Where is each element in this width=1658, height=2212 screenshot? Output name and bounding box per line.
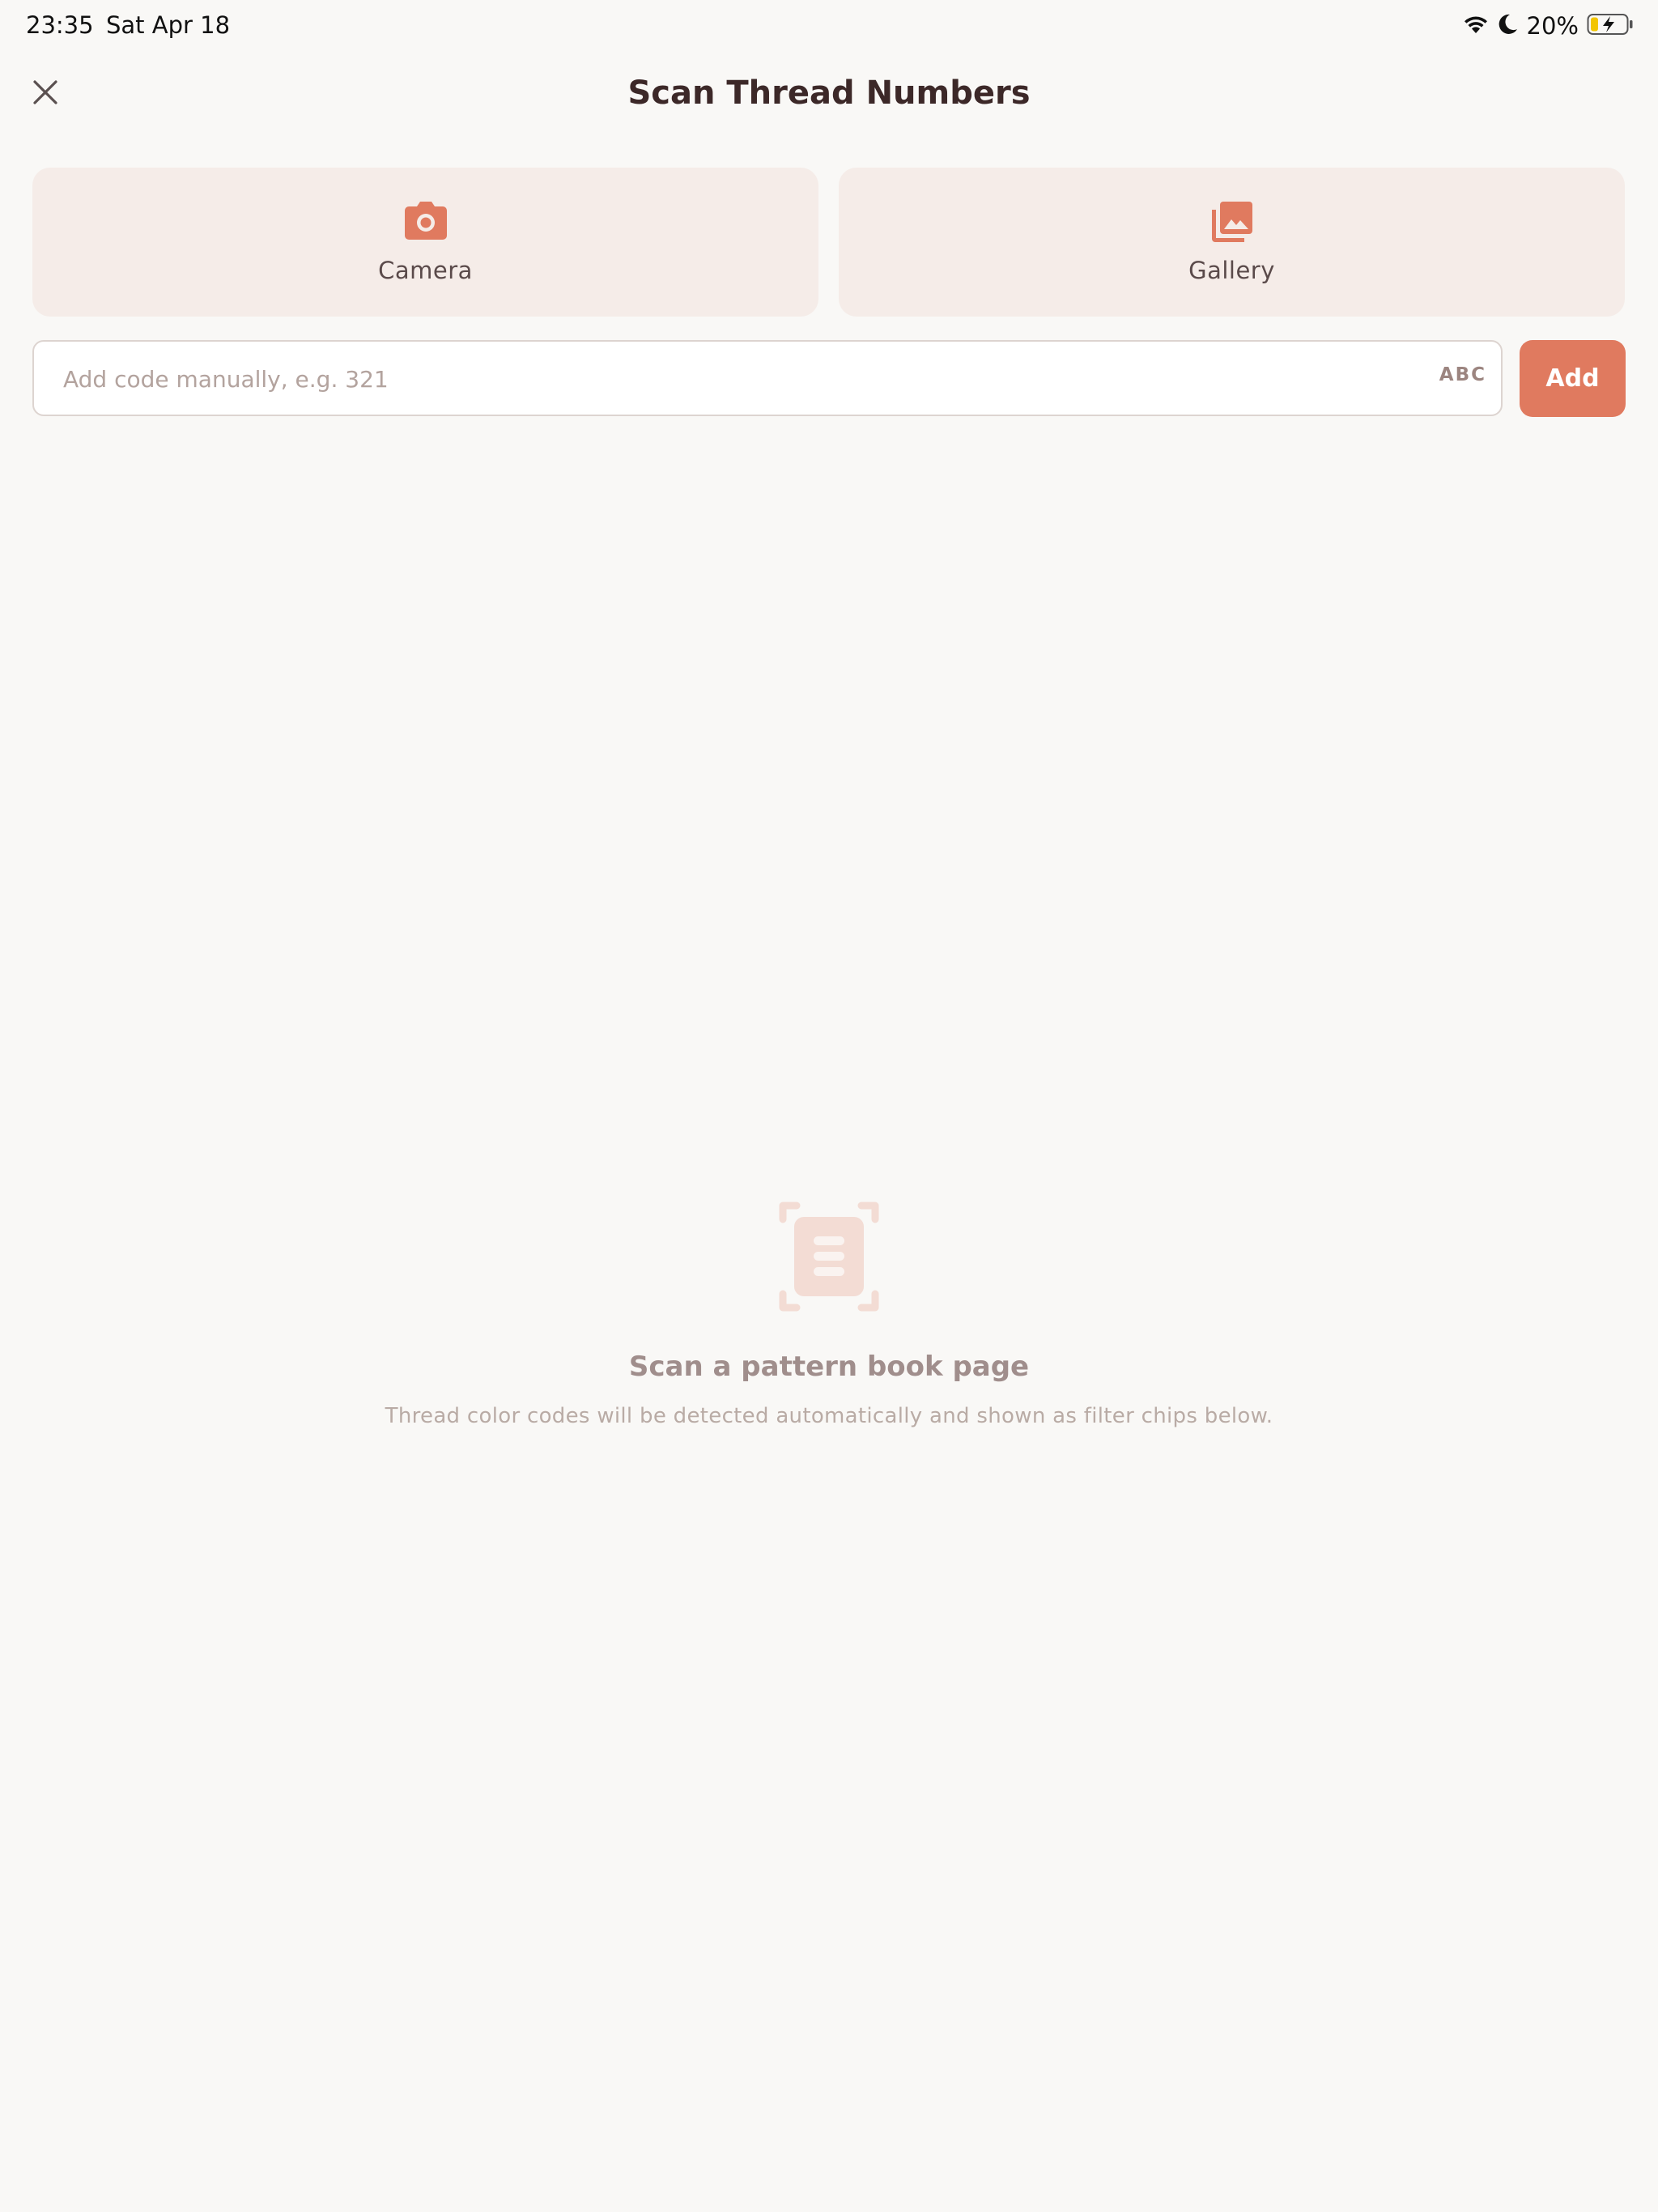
status-bar: 23:35 Sat Apr 18 20% <box>0 0 1658 52</box>
empty-state-description: Thread color codes will be detected auto… <box>385 1404 1273 1428</box>
manual-code-input[interactable] <box>62 342 1441 416</box>
moon-icon <box>1498 13 1519 39</box>
page-title: Scan Thread Numbers <box>627 74 1031 112</box>
status-date: Sat Apr 18 <box>106 11 231 39</box>
camera-label: Camera <box>378 257 473 284</box>
wifi-icon <box>1462 14 1490 38</box>
add-code-button[interactable]: Add <box>1520 340 1626 417</box>
document-scan-icon <box>779 1202 879 1312</box>
status-time: 23:35 <box>26 11 94 39</box>
battery-percent: 20% <box>1526 12 1579 40</box>
camera-icon <box>32 200 818 245</box>
empty-state-title: Scan a pattern book page <box>628 1351 1030 1383</box>
camera-button[interactable]: Camera <box>32 168 818 317</box>
keyboard-type-toggle[interactable]: ABC <box>1439 364 1486 385</box>
gallery-label: Gallery <box>1188 257 1275 284</box>
manual-code-field: ABC <box>32 340 1503 416</box>
battery-charging-icon <box>1587 13 1634 39</box>
gallery-button[interactable]: Gallery <box>839 168 1625 317</box>
gallery-icon <box>839 200 1625 245</box>
status-indicators: 20% <box>1462 10 1634 42</box>
